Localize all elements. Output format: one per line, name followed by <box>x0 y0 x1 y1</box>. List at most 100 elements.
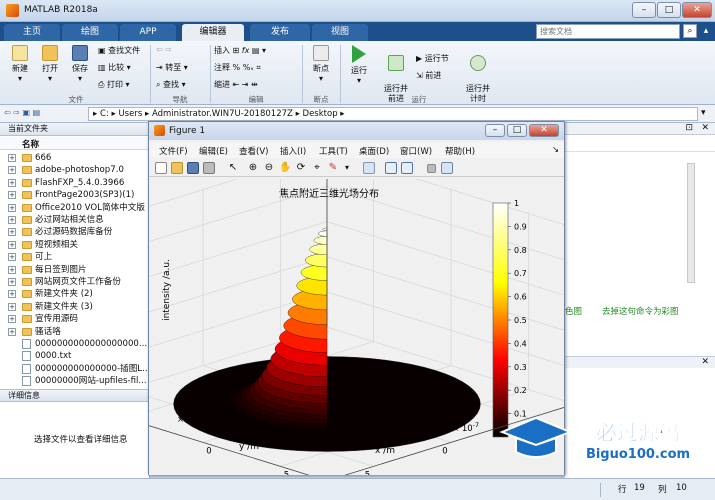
open-file-icon[interactable] <box>171 162 183 174</box>
save-figure-icon[interactable] <box>187 162 199 174</box>
open-button[interactable]: 打开 ▾ <box>36 45 64 84</box>
brush-icon[interactable]: ✎ <box>327 162 339 174</box>
comment-button[interactable]: 注释 % %ₓ ⌗ <box>214 62 261 73</box>
pointer-icon[interactable]: ↖ <box>227 162 239 174</box>
expand-icon[interactable]: + <box>8 166 16 175</box>
file-list-item[interactable]: + 新建文件夹 (3) <box>0 301 150 313</box>
expand-icon[interactable]: + <box>8 315 16 324</box>
zoom-in-icon[interactable]: ⊕ <box>247 162 259 174</box>
file-list-item[interactable]: + 必过网站相关信息 <box>0 214 150 226</box>
figure-minimize-button[interactable]: – <box>485 124 505 137</box>
file-list-item[interactable]: + 短视频相关 <box>0 239 150 251</box>
menu-desktop[interactable]: 桌面(D) <box>359 145 389 157</box>
expand-icon[interactable]: + <box>8 191 16 200</box>
minimize-ribbon-icon[interactable]: ▴ <box>699 24 713 38</box>
nav-arrows[interactable]: ⇦ ⇨ ▣ ▤ <box>4 108 40 117</box>
file-list-item[interactable]: + FlashFXP_5.4.0.3966 <box>0 177 150 189</box>
expand-icon[interactable]: + <box>8 253 16 262</box>
menu-view[interactable]: 查看(V) <box>239 145 268 157</box>
path-dropdown-icon[interactable]: ▾ <box>701 108 706 118</box>
file-list-item[interactable]: 00000000网站-upfiles-fil... <box>0 375 150 387</box>
new-figure-icon[interactable] <box>155 162 167 174</box>
panel-dock-icon[interactable]: ⊡ <box>685 123 693 133</box>
tab-publish[interactable]: 发布 <box>250 24 310 41</box>
menu-edit[interactable]: 编辑(E) <box>199 145 228 157</box>
expand-icon[interactable]: + <box>8 216 16 224</box>
print-figure-icon[interactable] <box>203 162 215 174</box>
cmd-close-icon[interactable]: ✕ <box>701 357 709 367</box>
file-list-item[interactable]: + FrontPage2003(SP3)(1) <box>0 189 150 201</box>
tab-editor[interactable]: 编辑器 <box>182 24 244 41</box>
run-button[interactable]: 运行 ▾ <box>344 45 374 86</box>
run-section-button[interactable]: ▶ 运行节 <box>416 53 449 64</box>
figure-maximize-button[interactable]: □ <box>507 124 527 137</box>
colorbar-icon[interactable] <box>385 162 397 174</box>
path-segment-drive[interactable]: C: <box>100 109 109 119</box>
file-list-item[interactable]: + 可上 <box>0 251 150 263</box>
expand-icon[interactable]: + <box>8 228 16 237</box>
expand-icon[interactable]: + <box>8 302 16 311</box>
expand-icon[interactable]: + <box>8 290 16 299</box>
new-button[interactable]: 新建 ▾ <box>6 45 34 84</box>
save-button[interactable]: 保存 ▾ <box>66 45 94 84</box>
file-list-item[interactable]: + adobe-photoshop7.0 <box>0 164 150 176</box>
compare-button[interactable]: ▥ 比较 ▾ <box>98 62 131 73</box>
maximize-button[interactable]: □ <box>657 2 681 18</box>
zoom-out-icon[interactable]: ⊖ <box>263 162 275 174</box>
search-icon[interactable]: ⌕ <box>683 24 697 38</box>
file-list-item[interactable]: 0000.txt <box>0 350 150 362</box>
rotate-icon[interactable]: ⟳ <box>295 162 307 174</box>
name-column-header[interactable]: 名称 <box>0 137 150 150</box>
hide-tools-icon[interactable] <box>427 164 436 173</box>
indent-button[interactable]: 缩进 ⇤ ⇥ ⇹ <box>214 79 258 90</box>
file-list-item[interactable]: + 新建文件夹 (2) <box>0 288 150 300</box>
expand-icon[interactable]: + <box>8 203 16 212</box>
breakpoints-button[interactable]: 断点 ▾ <box>306 45 336 84</box>
data-cursor-icon[interactable]: ⌖ <box>311 162 323 174</box>
show-tools-icon[interactable] <box>441 162 453 174</box>
minimize-button[interactable]: – <box>632 2 656 18</box>
file-list-item[interactable]: + 每日签到图片 <box>0 264 150 276</box>
back-forward-buttons[interactable]: ⇦ ⇨ <box>156 45 172 54</box>
tab-view[interactable]: 视图 <box>312 24 368 41</box>
brush-dropdown-icon[interactable]: ▾ <box>341 162 353 174</box>
print-button[interactable]: ⎙ 打印 ▾ <box>98 79 130 90</box>
menu-dock-icon[interactable]: ↘ <box>552 145 559 155</box>
search-docs-input[interactable]: 搜索文档 <box>536 24 680 39</box>
expand-icon[interactable]: + <box>8 154 16 162</box>
tab-home[interactable]: 主页 <box>4 24 60 41</box>
file-list-item[interactable]: + Office2010 VOL简体中文版 <box>0 202 150 214</box>
menu-window[interactable]: 窗口(W) <box>400 145 432 157</box>
advance-button[interactable]: ⇲ 前进 <box>416 70 441 81</box>
find-files-button[interactable]: ▣ 查找文件 <box>98 45 140 56</box>
path-field[interactable]: ▸ C: ▸ Users ▸ Administrator.WIN7U-20180… <box>88 107 698 121</box>
menu-file[interactable]: 文件(F) <box>159 145 188 157</box>
editor-scrollbar[interactable] <box>687 163 695 283</box>
link-plot-icon[interactable] <box>363 162 375 174</box>
expand-icon[interactable]: + <box>8 327 16 336</box>
file-list-item[interactable]: +666 <box>0 152 150 164</box>
close-button[interactable]: ✕ <box>682 2 712 18</box>
expand-icon[interactable]: + <box>8 240 16 249</box>
find-button[interactable]: ⌕ 查找 ▾ <box>156 79 186 90</box>
file-list-item[interactable]: + 宣传用源码 <box>0 313 150 325</box>
expand-icon[interactable]: + <box>8 178 16 187</box>
menu-insert[interactable]: 插入(I) <box>280 145 306 157</box>
file-list-item[interactable]: + 必过源码数据库备份 <box>0 226 150 238</box>
expand-icon[interactable]: + <box>8 265 16 274</box>
legend-icon[interactable] <box>401 162 413 174</box>
goto-button[interactable]: ⇥ 转至 ▾ <box>156 62 188 73</box>
file-list-item[interactable]: 000000000000000-插图L... <box>0 363 150 375</box>
figure-close-button[interactable]: ✕ <box>529 124 559 137</box>
expand-icon[interactable]: + <box>8 278 16 286</box>
path-segment-user[interactable]: Administrator.WIN7U-20180127Z <box>152 109 293 119</box>
file-list-item[interactable]: + 网站网页文件工作备份 <box>0 276 150 288</box>
path-segment-desktop[interactable]: Desktop <box>303 109 338 119</box>
file-list-item[interactable]: 0000000000000000000... <box>0 338 150 350</box>
tab-apps[interactable]: APP <box>120 24 176 41</box>
menu-help[interactable]: 帮助(H) <box>445 145 475 157</box>
panel-close-icon[interactable]: ✕ <box>701 123 709 133</box>
file-list-item[interactable]: + 骚话咯 <box>0 326 150 338</box>
path-segment-users[interactable]: Users <box>118 109 142 119</box>
insert-button[interactable]: 插入 ⊞ fx ▤ ▾ <box>214 45 266 56</box>
